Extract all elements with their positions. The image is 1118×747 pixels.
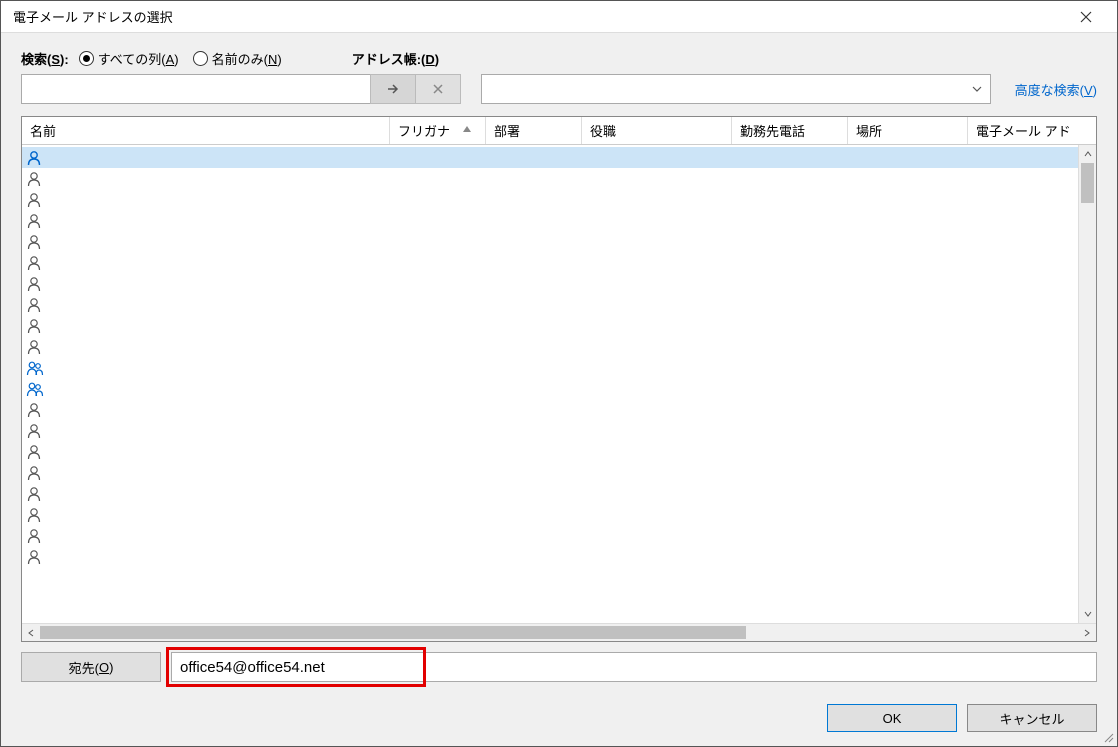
to-input-wrap — [171, 652, 1097, 682]
scroll-thumb[interactable] — [1081, 163, 1094, 203]
search-input[interactable] — [21, 74, 371, 104]
table-row[interactable] — [22, 483, 1078, 504]
recipient-row: 宛先(O) — [21, 652, 1097, 682]
col-furigana[interactable]: フリガナ — [390, 117, 486, 144]
table-row[interactable] — [22, 252, 1078, 273]
table-row[interactable] — [22, 504, 1078, 525]
search-radio-group: すべての列(A) 名前のみ(N) — [79, 49, 282, 68]
horizontal-scrollbar[interactable] — [22, 623, 1096, 641]
contacts-table: 名前 フリガナ 部署 役職 勤務先電話 場所 電子メール アド — [21, 116, 1097, 642]
radio-all-label: すべての列(A) — [98, 49, 179, 68]
go-button[interactable] — [370, 74, 416, 104]
table-row[interactable] — [22, 546, 1078, 567]
chevron-down-icon — [972, 86, 982, 92]
resize-grip-icon[interactable] — [1102, 731, 1114, 743]
search-row: 検索(S): すべての列(A) 名前のみ(N) アドレス帳:(D) — [21, 49, 1097, 68]
col-title[interactable]: 役職 — [582, 117, 732, 144]
scroll-thumb-h[interactable] — [40, 626, 746, 639]
table-row[interactable] — [22, 189, 1078, 210]
titlebar: 電子メール アドレスの選択 — [1, 1, 1117, 33]
window-title: 電子メール アドレスの選択 — [9, 7, 1063, 26]
address-book-combo[interactable] — [481, 74, 991, 104]
chevron-down-icon — [1084, 611, 1092, 617]
to-input[interactable] — [171, 652, 1097, 682]
scroll-right-arrow[interactable] — [1078, 624, 1096, 641]
clear-button[interactable] — [415, 74, 461, 104]
col-location[interactable]: 場所 — [848, 117, 968, 144]
radio-all-columns[interactable]: すべての列(A) — [79, 49, 179, 68]
scroll-left-arrow[interactable] — [22, 624, 40, 641]
table-row[interactable] — [22, 315, 1078, 336]
radio-icon — [79, 51, 94, 66]
table-row[interactable] — [22, 378, 1078, 399]
table-body — [22, 145, 1096, 623]
table-row[interactable] — [22, 420, 1078, 441]
scroll-up-arrow[interactable] — [1079, 145, 1096, 163]
x-icon — [431, 82, 445, 96]
radio-name-label: 名前のみ(N) — [212, 49, 282, 68]
table-row[interactable] — [22, 336, 1078, 357]
dialog-content: 検索(S): すべての列(A) 名前のみ(N) アドレス帳:(D) — [1, 33, 1117, 690]
table-row[interactable] — [22, 294, 1078, 315]
table-row[interactable] — [22, 399, 1078, 420]
radio-name-only[interactable]: 名前のみ(N) — [193, 49, 282, 68]
table-row[interactable] — [22, 231, 1078, 252]
to-button[interactable]: 宛先(O) — [21, 652, 161, 682]
table-header: 名前 フリガナ 部署 役職 勤務先電話 場所 電子メール アド — [22, 117, 1096, 145]
table-row[interactable] — [22, 525, 1078, 546]
chevron-right-icon — [1084, 629, 1090, 637]
table-row[interactable] — [22, 462, 1078, 483]
table-row[interactable] — [22, 441, 1078, 462]
scroll-down-arrow[interactable] — [1079, 605, 1096, 623]
col-dept[interactable]: 部署 — [486, 117, 582, 144]
col-name[interactable]: 名前 — [22, 117, 390, 144]
close-icon — [1080, 11, 1092, 23]
col-email[interactable]: 電子メール アド — [968, 117, 1096, 144]
ok-button[interactable]: OK — [827, 704, 957, 732]
cancel-button[interactable]: キャンセル — [967, 704, 1097, 732]
radio-icon — [193, 51, 208, 66]
advanced-search-link[interactable]: 高度な検索(V) — [1015, 80, 1097, 99]
vertical-scrollbar[interactable] — [1078, 145, 1096, 623]
table-row[interactable] — [22, 357, 1078, 378]
table-row[interactable] — [22, 147, 1078, 168]
input-row: 高度な検索(V) — [21, 74, 1097, 104]
chevron-up-icon — [1084, 151, 1092, 157]
scroll-track[interactable] — [1079, 163, 1096, 605]
dialog-footer: OK キャンセル — [1, 690, 1117, 746]
arrow-right-icon — [386, 82, 400, 96]
search-label: 検索(S): — [21, 49, 69, 68]
chevron-left-icon — [28, 629, 34, 637]
table-row[interactable] — [22, 210, 1078, 231]
scroll-track-h[interactable] — [40, 624, 1078, 641]
address-book-label: アドレス帳:(D) — [352, 49, 439, 68]
table-row[interactable] — [22, 273, 1078, 294]
table-row[interactable] — [22, 168, 1078, 189]
rows-container — [22, 145, 1078, 623]
close-button[interactable] — [1063, 1, 1109, 33]
col-phone[interactable]: 勤務先電話 — [732, 117, 848, 144]
dialog-window: 電子メール アドレスの選択 検索(S): すべての列(A) 名前のみ(N) アド… — [0, 0, 1118, 747]
